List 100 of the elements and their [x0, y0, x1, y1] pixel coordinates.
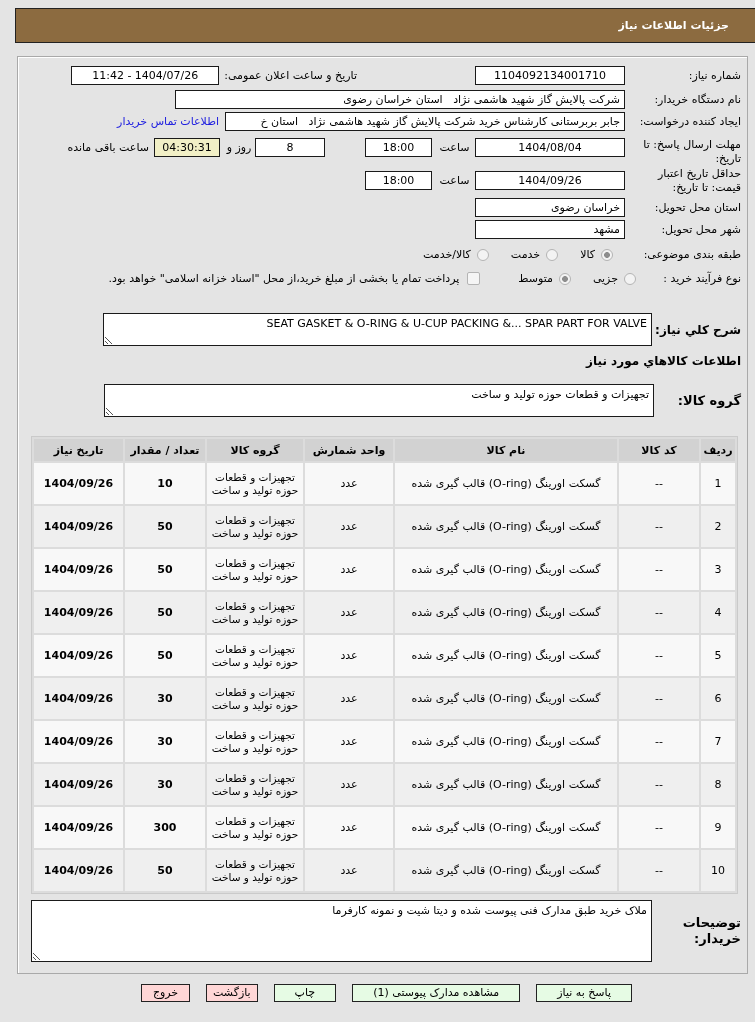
- city-field[interactable]: مشهد: [475, 220, 625, 239]
- table-cell: 50: [125, 635, 205, 676]
- table-cell: عدد: [305, 721, 393, 762]
- column-header: ردیف: [701, 439, 735, 461]
- table-cell: 1404/09/26: [34, 850, 123, 891]
- field-label: شماره نیاز:: [687, 69, 741, 82]
- field-label: مهلت ارسال پاسخ: تا تاریخ:: [642, 138, 741, 166]
- table-cell: --: [619, 721, 699, 762]
- table-cell: 5: [701, 635, 735, 676]
- section-heading: اطلاعات كالاهاي مورد نياز: [586, 354, 741, 368]
- action-button[interactable]: خروج: [141, 984, 191, 1002]
- field-label: استان محل تحویل:: [653, 201, 741, 214]
- table-cell: --: [619, 635, 699, 676]
- resize-grip-icon[interactable]: [33, 952, 41, 960]
- deadline-time-field[interactable]: 18:00: [365, 138, 432, 157]
- table-cell: گسکت اورینگ (O-ring) قالب گیری شده: [395, 592, 617, 633]
- field-label: روز و: [225, 141, 253, 154]
- table-cell: --: [619, 463, 699, 504]
- resize-grip-icon[interactable]: [106, 407, 114, 415]
- table-cell: 8: [701, 764, 735, 805]
- column-header: واحد شمارش: [305, 439, 393, 461]
- field-label: شرح کلي نياز:: [654, 322, 741, 337]
- days-field[interactable]: 8: [255, 138, 325, 157]
- table-cell: 10: [125, 463, 205, 504]
- radio-label: خدمت: [510, 248, 541, 261]
- table-cell: --: [619, 592, 699, 633]
- table-cell: گسکت اورینگ (O-ring) قالب گیری شده: [395, 463, 617, 504]
- radio-label: کالا/خدمت: [423, 248, 471, 261]
- table-cell: گسکت اورینگ (O-ring) قالب گیری شده: [395, 635, 617, 676]
- goods-group-field[interactable]: تجهیزات و قطعات حوزه تولید و ساخت: [104, 384, 654, 417]
- table-cell: تجهیزات و قطعات حوزه تولید و ساخت: [207, 678, 303, 719]
- table-cell: 6: [701, 678, 735, 719]
- table-cell: تجهیزات و قطعات حوزه تولید و ساخت: [207, 721, 303, 762]
- field-label: تاریخ و ساعت اعلان عمومی:: [224, 69, 357, 82]
- radio-button[interactable]: [624, 272, 636, 285]
- table-cell: عدد: [305, 764, 393, 805]
- radio-label: کالا: [580, 248, 595, 261]
- validity-time-field[interactable]: 18:00: [365, 171, 432, 190]
- table-cell: عدد: [305, 506, 393, 547]
- deadline-date-field[interactable]: 1404/08/04: [475, 138, 625, 157]
- table-cell: 50: [125, 506, 205, 547]
- table-cell: 30: [125, 721, 205, 762]
- table-cell: --: [619, 678, 699, 719]
- field-label: ایجاد کننده درخواست:: [638, 115, 741, 128]
- column-header: کد کالا: [619, 439, 699, 461]
- radio-button[interactable]: [601, 248, 613, 261]
- table-cell: 1404/09/26: [34, 463, 123, 504]
- buyer-notes-field[interactable]: ملاک خرید طبق مدارک فنی پیوست شده و دیتا شیت و نمونه کارفرما: [31, 900, 652, 962]
- checkbox-label: پرداخت تمام یا بخشی از مبلغ خرید،از محل "اسناد خزانه اسلامی" خواهد بود.: [108, 272, 460, 285]
- radio-button[interactable]: [476, 248, 489, 261]
- remaining-time-field[interactable]: 04:30:31: [154, 138, 220, 157]
- resize-grip-icon[interactable]: [105, 336, 113, 344]
- field-label: ساعت: [438, 174, 471, 187]
- announce-date-field[interactable]: 1404/07/26 - 11:42: [71, 66, 220, 85]
- table-cell: تجهیزات و قطعات حوزه تولید و ساخت: [207, 463, 303, 504]
- table-cell: 1404/09/26: [34, 506, 123, 547]
- column-header: گروه کالا: [207, 439, 303, 461]
- checkbox[interactable]: [467, 272, 481, 285]
- table-cell: تجهیزات و قطعات حوزه تولید و ساخت: [207, 764, 303, 805]
- table-cell: گسکت اورینگ (O-ring) قالب گیری شده: [395, 549, 617, 590]
- table-cell: گسکت اورینگ (O-ring) قالب گیری شده: [395, 506, 617, 547]
- table-cell: 50: [125, 850, 205, 891]
- table-cell: عدد: [305, 549, 393, 590]
- table-cell: 1404/09/26: [34, 549, 123, 590]
- need-number-field[interactable]: 1104092134001710: [475, 66, 625, 85]
- table-cell: تجهیزات و قطعات حوزه تولید و ساخت: [207, 850, 303, 891]
- table-cell: 1404/09/26: [34, 764, 123, 805]
- table-cell: گسکت اورینگ (O-ring) قالب گیری شده: [395, 721, 617, 762]
- table-cell: عدد: [305, 635, 393, 676]
- field-label: توضیحات خریدار:: [681, 915, 741, 947]
- table-cell: گسکت اورینگ (O-ring) قالب گیری شده: [395, 850, 617, 891]
- province-field[interactable]: خراسان رضوی: [475, 198, 625, 217]
- table-cell: 1404/09/26: [34, 807, 123, 848]
- description-field[interactable]: SEAT GASKET & O-RING & U-CUP PACKING &... SPAR PART FOR VALVE: [103, 313, 652, 346]
- table-cell: تجهیزات و قطعات حوزه تولید و ساخت: [207, 549, 303, 590]
- table-cell: عدد: [305, 807, 393, 848]
- table-cell: --: [619, 807, 699, 848]
- radio-button[interactable]: [546, 248, 559, 261]
- table-cell: --: [619, 850, 699, 891]
- radio-button[interactable]: [558, 272, 571, 285]
- action-button[interactable]: مشاهده مدارک پیوستی (1): [352, 984, 521, 1002]
- requester-field[interactable]: جابر بربرستانی کارشناس خرید شرکت پالایش گاز شهید هاشمی نژاد استان خ: [225, 112, 625, 131]
- action-button[interactable]: چاپ: [273, 984, 337, 1002]
- table-cell: 2: [701, 506, 735, 547]
- buyer-org-field[interactable]: شرکت پالایش گاز شهید هاشمی نژاد استان خراسان رضوی: [175, 90, 625, 109]
- field-label: طبقه بندی موضوعی:: [642, 248, 741, 261]
- action-button[interactable]: پاسخ به نیاز: [536, 984, 632, 1002]
- table-cell: عدد: [305, 850, 393, 891]
- table-cell: 1404/09/26: [34, 635, 123, 676]
- table-cell: 4: [701, 592, 735, 633]
- table-cell: --: [619, 549, 699, 590]
- table-cell: 1: [701, 463, 735, 504]
- table-cell: --: [619, 764, 699, 805]
- radio-label: متوسط: [518, 272, 553, 285]
- table-cell: تجهیزات و قطعات حوزه تولید و ساخت: [207, 506, 303, 547]
- action-button[interactable]: بازگشت: [206, 984, 258, 1002]
- page-title: جزئیات اطلاعات نیاز: [618, 19, 729, 32]
- field-label: نوع فرآیند خرید :: [662, 272, 741, 285]
- validity-date-field[interactable]: 1404/09/26: [475, 171, 625, 190]
- contact-info-link[interactable]: اطلاعات تماس خریدار: [117, 115, 219, 128]
